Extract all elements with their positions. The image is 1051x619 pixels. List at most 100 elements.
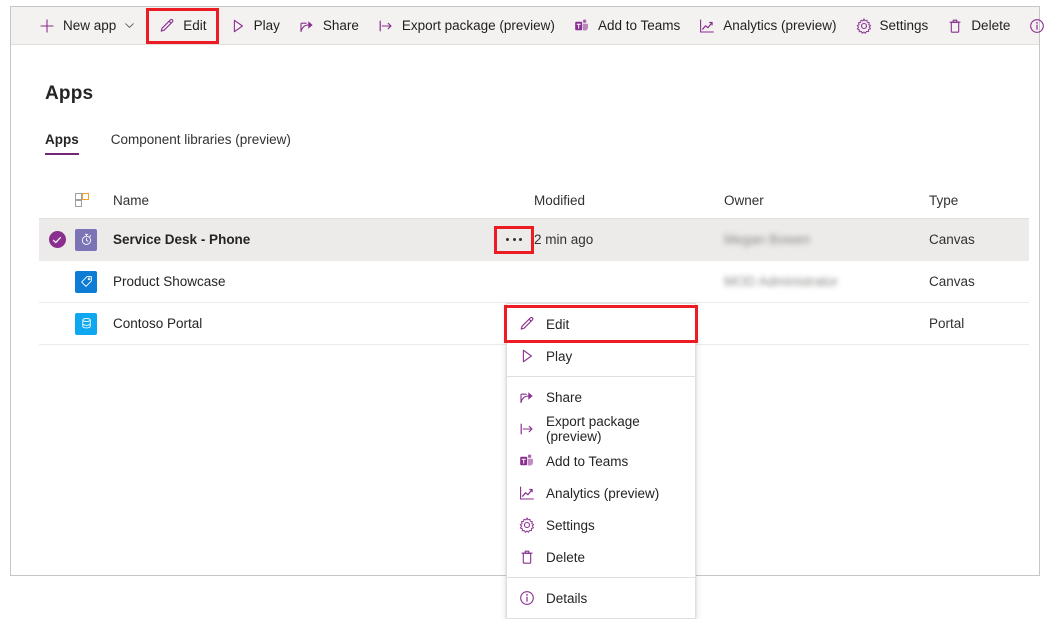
- app-window: New app Edit Play Share Export package (prev…: [10, 6, 1040, 576]
- checkmark-icon: [49, 231, 66, 248]
- stopwatch-icon: [75, 229, 97, 251]
- analytics-chart-icon: [517, 484, 537, 502]
- command-details-button[interactable]: Details: [1019, 11, 1051, 41]
- owner-cell: Megan Bowen: [724, 232, 929, 247]
- command-add-to-teams-button[interactable]: Add to Teams: [564, 11, 689, 41]
- command-label: New app: [63, 19, 116, 33]
- menu-item-delete[interactable]: Delete: [507, 541, 695, 573]
- command-play-button[interactable]: Play: [220, 11, 289, 41]
- menu-item-label: Share: [546, 390, 582, 405]
- menu-item-label: Export package (preview): [546, 414, 685, 444]
- teams-icon: [573, 17, 591, 35]
- command-share-button[interactable]: Share: [289, 11, 368, 41]
- command-bar: New app Edit Play Share Export package (prev…: [11, 7, 1039, 45]
- menu-item-label: Analytics (preview): [546, 486, 659, 501]
- command-label: Edit: [183, 19, 206, 33]
- menu-item-label: Details: [546, 591, 587, 606]
- portal-icon: [75, 313, 97, 335]
- dot: [513, 238, 516, 241]
- header-type[interactable]: Type: [929, 193, 1029, 208]
- menu-separator: [507, 577, 695, 578]
- export-icon: [377, 17, 395, 35]
- share-arrow-icon: [517, 388, 537, 406]
- tab-component-libraries-preview[interactable]: Component libraries (preview): [111, 132, 291, 155]
- menu-item-label: Delete: [546, 550, 585, 565]
- menu-item-label: Add to Teams: [546, 454, 628, 469]
- page-title: Apps: [45, 83, 93, 105]
- app-type-tile: [75, 229, 113, 251]
- pencil-icon: [158, 17, 176, 35]
- trash-icon: [946, 17, 964, 35]
- page-body: Apps Apps Component libraries (preview) N…: [11, 45, 1039, 575]
- tag-icon: [75, 271, 97, 293]
- table-row[interactable]: Product Showcase MOD Administrator Canvas: [39, 261, 1029, 303]
- command-label: Delete: [971, 19, 1010, 33]
- menu-item-analytics-preview[interactable]: Analytics (preview): [507, 477, 695, 509]
- command-settings-button[interactable]: Settings: [846, 11, 938, 41]
- dot: [519, 238, 522, 241]
- export-icon: [517, 420, 537, 438]
- pivot-tabs: Apps Component libraries (preview): [45, 132, 323, 155]
- pencil-icon: [517, 315, 537, 333]
- command-label: Add to Teams: [598, 19, 680, 33]
- menu-item-label: Settings: [546, 518, 595, 533]
- gear-icon: [855, 17, 873, 35]
- command-new-app-button[interactable]: New app: [29, 11, 145, 41]
- row-select-checkbox[interactable]: [39, 231, 75, 248]
- command-export-package-preview-button[interactable]: Export package (preview): [368, 11, 564, 41]
- command-edit-button[interactable]: Edit: [149, 11, 215, 41]
- app-name-cell[interactable]: Product Showcase: [113, 274, 494, 289]
- menu-item-settings[interactable]: Settings: [507, 509, 695, 541]
- app-name-cell[interactable]: Service Desk - Phone: [113, 232, 494, 247]
- chevron-down-icon[interactable]: [123, 19, 136, 32]
- command-label: Settings: [880, 19, 929, 33]
- command-label: Analytics (preview): [723, 19, 836, 33]
- owner-label: Megan Bowen: [724, 232, 810, 247]
- command-label: Export package (preview): [402, 19, 555, 33]
- header-name[interactable]: Name: [113, 193, 494, 208]
- share-arrow-icon: [298, 17, 316, 35]
- play-triangle-icon: [517, 347, 537, 365]
- type-cell: Canvas: [929, 232, 1029, 247]
- info-circle-icon: [1028, 17, 1046, 35]
- gear-icon: [517, 516, 537, 534]
- analytics-chart-icon: [698, 17, 716, 35]
- owner-label: MOD Administrator: [724, 274, 838, 289]
- command-label: Play: [254, 19, 280, 33]
- type-cell: Portal: [929, 316, 1029, 331]
- row-actions-cell: [494, 229, 534, 251]
- menu-item-label: Edit: [546, 317, 569, 332]
- modified-cell: 2 min ago: [534, 232, 724, 247]
- app-name-cell[interactable]: Contoso Portal: [113, 316, 494, 331]
- app-type-tile: [75, 271, 113, 293]
- trash-icon: [517, 548, 537, 566]
- plus-icon: [38, 17, 56, 35]
- more-commands-icon[interactable]: [497, 229, 531, 251]
- menu-item-share[interactable]: Share: [507, 381, 695, 413]
- menu-item-export-package-preview[interactable]: Export package (preview): [507, 413, 695, 445]
- command-label: Share: [323, 19, 359, 33]
- menu-item-edit[interactable]: Edit: [507, 308, 695, 340]
- menu-item-details[interactable]: Details: [507, 582, 695, 614]
- app-name-label: Service Desk - Phone: [113, 232, 250, 247]
- row-context-menu: Edit Play Share Export package (preview) Add…: [506, 303, 696, 619]
- header-modified[interactable]: Modified: [534, 193, 724, 208]
- command-analytics-preview-button[interactable]: Analytics (preview): [689, 11, 845, 41]
- command-delete-button[interactable]: Delete: [937, 11, 1019, 41]
- app-name-label: Contoso Portal: [113, 316, 202, 331]
- list-header-row: Name Modified Owner Type: [39, 183, 1029, 219]
- teams-icon: [517, 452, 537, 470]
- owner-cell: MOD Administrator: [724, 274, 929, 289]
- menu-separator: [507, 376, 695, 377]
- menu-item-label: Play: [546, 349, 572, 364]
- play-triangle-icon: [229, 17, 247, 35]
- type-cell: Canvas: [929, 274, 1029, 289]
- header-owner[interactable]: Owner: [724, 193, 929, 208]
- table-row[interactable]: Service Desk - Phone 2 min agoMegan Bowen…: [39, 219, 1029, 261]
- menu-item-add-to-teams[interactable]: Add to Teams: [507, 445, 695, 477]
- tab-apps[interactable]: Apps: [45, 132, 79, 155]
- app-type-tile: [75, 313, 113, 335]
- menu-item-play[interactable]: Play: [507, 340, 695, 372]
- dot: [506, 238, 509, 241]
- column-options-icon[interactable]: [75, 193, 113, 208]
